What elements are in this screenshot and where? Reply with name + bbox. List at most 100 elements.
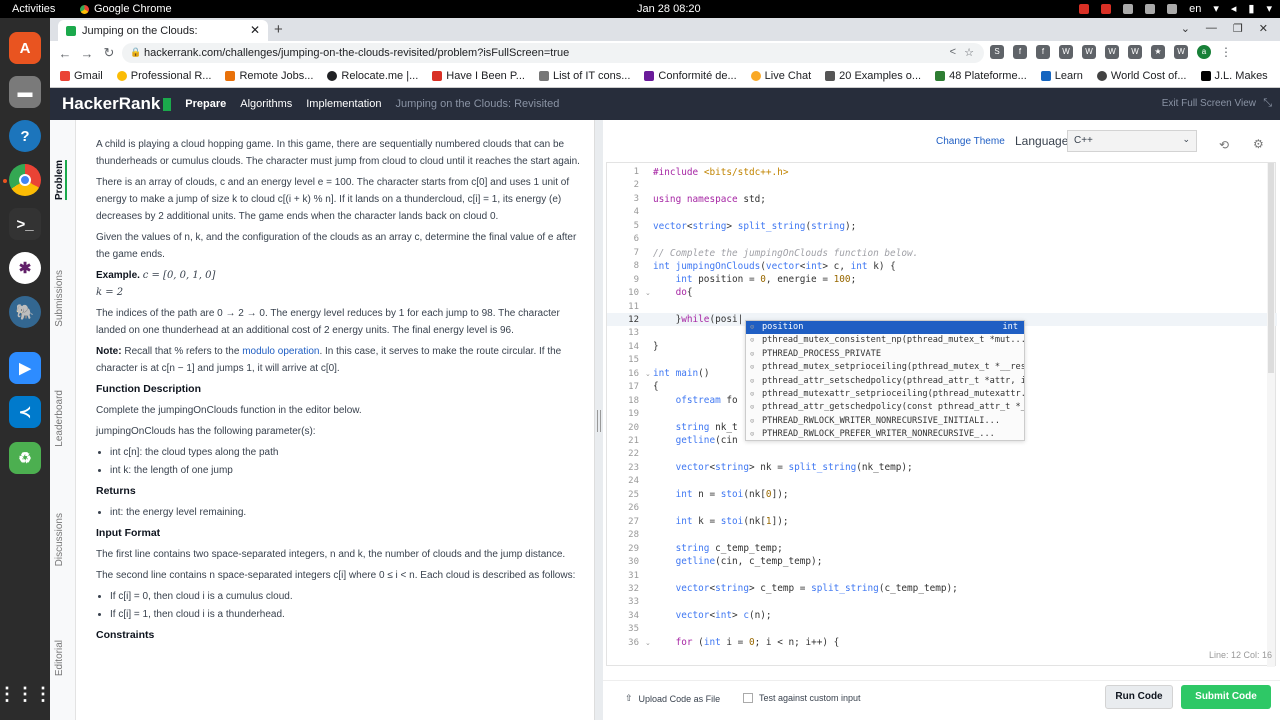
notification-icon[interactable]	[1079, 3, 1090, 14]
extension-icon[interactable]: W	[1082, 45, 1096, 59]
bookmark-item[interactable]: Learn	[1040, 70, 1083, 82]
mail-icon[interactable]	[1101, 3, 1112, 14]
chrome-menu-icon[interactable]: ⋮	[1220, 45, 1232, 59]
panel-splitter[interactable]	[595, 120, 603, 720]
postgresql-icon[interactable]: 🐘	[9, 296, 41, 328]
files-icon[interactable]: ▬	[9, 76, 41, 108]
change-theme-link[interactable]: Change Theme	[936, 136, 1005, 147]
vscode-icon[interactable]: ≺	[9, 396, 41, 428]
back-icon[interactable]: ←	[54, 46, 76, 61]
settings-icon[interactable]: ⚙	[1253, 137, 1264, 151]
editor-scrollbar[interactable]	[1267, 163, 1275, 667]
minimize-icon[interactable]: —	[1206, 22, 1217, 35]
profile-avatar[interactable]: a	[1197, 45, 1211, 59]
fold-chevron-icon[interactable]: ⌄	[645, 289, 651, 297]
submit-code-button[interactable]: Submit Code	[1181, 685, 1271, 709]
app-indicator-icon[interactable]	[1145, 3, 1156, 14]
active-app-menu[interactable]: Google Chrome	[80, 3, 172, 15]
code-editor[interactable]: 1 2 3 4 5 6 7 8 9 10 ⌄ 11 12 13 14 15 16 ⌄ 17 18 19 20 21 22 23 2…	[606, 162, 1277, 667]
upload-code-button[interactable]: ⇧ Upload Code as File	[625, 693, 720, 704]
breadcrumb-implementation[interactable]: Implementation	[306, 98, 381, 110]
autocomplete-item[interactable]: ⊙ pthread_mutex_consistent_np(pthread_mut…	[746, 334, 1024, 347]
close-tab-icon[interactable]: ✕	[250, 23, 260, 37]
bookmark-item[interactable]: World Cost of...	[1096, 70, 1187, 82]
language-select[interactable]: C++ ⌄	[1067, 130, 1197, 152]
extension-icon[interactable]: W	[1059, 45, 1073, 59]
extension-icon[interactable]: f	[1013, 45, 1027, 59]
bookmark-item[interactable]: List of IT cons...	[538, 70, 630, 82]
bookmark-item[interactable]: Conformité de...	[644, 70, 737, 82]
extension-icon[interactable]: W	[1105, 45, 1119, 59]
tab-submissions[interactable]: Submissions	[54, 270, 65, 327]
run-code-button[interactable]: Run Code	[1105, 685, 1173, 709]
browser-tab[interactable]: Jumping on the Clouds: ✕	[58, 20, 268, 41]
puzzle-extensions-icon[interactable]: ★	[1151, 45, 1165, 59]
autocomplete-item[interactable]: ⊙ pthread_attr_getschedpolicy(const pthre…	[746, 401, 1024, 414]
autocomplete-item[interactable]: ⊙ pthread_mutexattr_setprioceiling(pthrea…	[746, 388, 1024, 401]
exit-fullscreen-link[interactable]: Exit Full Screen View	[1162, 98, 1256, 109]
address-bar[interactable]: 🔒 hackerrank.com/challenges/jumping-on-t…	[122, 43, 984, 63]
volume-icon[interactable]: ◂	[1231, 2, 1237, 15]
splitter-grip[interactable]	[597, 410, 601, 432]
activities-button[interactable]: Activities	[12, 3, 55, 15]
autocomplete-item[interactable]: ⊙ pthread_attr_setschedpolicy(pthread_att…	[746, 375, 1024, 388]
autocomplete-item[interactable]: ⊙ PTHREAD_PROCESS_PRIVATE	[746, 348, 1024, 361]
bookmark-item[interactable]: J.L. Makes	[1200, 70, 1268, 82]
tab-editorial[interactable]: Editorial	[54, 640, 65, 676]
exit-fullscreen-icon[interactable]: ⤡	[1263, 97, 1272, 110]
autocomplete-item[interactable]: ⊙ PTHREAD_RWLOCK_PREFER_WRITER_NONRECURSI…	[746, 428, 1024, 441]
reload-icon[interactable]: ↻	[98, 45, 120, 61]
show-apps-icon[interactable]: ⋮⋮⋮	[0, 678, 52, 710]
close-window-icon[interactable]: ✕	[1259, 22, 1268, 35]
extension-icon[interactable]: S	[990, 45, 1004, 59]
bookmark-item[interactable]: Have I Been P...	[432, 70, 525, 82]
terminal-icon[interactable]: >_	[9, 208, 41, 240]
clock[interactable]: Jan 28 08:20	[637, 3, 701, 15]
hackerrank-logo[interactable]: HackerRank	[62, 94, 172, 114]
lock-icon[interactable]: 🔒	[130, 47, 141, 58]
extension-icon[interactable]: W	[1128, 45, 1142, 59]
autocomplete-item[interactable]: ⊙ pthread_mutex_setprioceiling(pthread_mu…	[746, 361, 1024, 374]
language-indicator[interactable]: en	[1189, 3, 1201, 15]
screenshot-icon[interactable]	[1123, 3, 1134, 14]
zoom-icon[interactable]: ▶	[9, 352, 41, 384]
extension-icon[interactable]: f	[1036, 45, 1050, 59]
forward-icon[interactable]: →	[76, 46, 98, 61]
new-tab-button[interactable]: +	[274, 21, 283, 38]
bookmark-item[interactable]: Professional R...	[116, 70, 211, 82]
modulo-operation-link[interactable]: modulo operation	[242, 346, 319, 357]
chat-icon[interactable]	[1167, 3, 1178, 14]
tab-search-icon[interactable]: ⌄	[1181, 22, 1190, 35]
fold-chevron-icon[interactable]: ⌄	[645, 639, 651, 647]
bookmark-item[interactable]: Live Chat	[750, 70, 811, 82]
breadcrumb-prepare[interactable]: Prepare	[185, 98, 226, 110]
wifi-icon[interactable]: ▾	[1213, 2, 1219, 15]
power-menu-icon[interactable]: ▾	[1266, 2, 1272, 15]
autocomplete-item[interactable]: ⊙ position int	[746, 321, 1024, 335]
trash-icon[interactable]: ♻	[9, 442, 41, 474]
reset-code-icon[interactable]: ⟲	[1219, 138, 1229, 152]
custom-input-checkbox[interactable]	[743, 693, 753, 703]
help-icon[interactable]: ?	[9, 120, 41, 152]
system-tray[interactable]: en ▾ ◂ ▮ ▾	[1079, 2, 1272, 15]
tab-discussions[interactable]: Discussions	[54, 513, 65, 566]
bookmark-item[interactable]: Gmail	[60, 70, 103, 82]
battery-icon[interactable]: ▮	[1248, 2, 1254, 15]
bookmark-item[interactable]: Remote Jobs...	[225, 70, 313, 82]
tab-leaderboard[interactable]: Leaderboard	[54, 390, 65, 447]
breadcrumb-algorithms[interactable]: Algorithms	[240, 98, 292, 110]
ubuntu-software-icon[interactable]: A	[9, 32, 41, 64]
autocomplete-item[interactable]: ⊙ PTHREAD_RWLOCK_WRITER_NONRECURSIVE_INIT…	[746, 415, 1024, 428]
slack-icon[interactable]: ✱	[9, 252, 41, 284]
bookmark-item[interactable]: Relocate.me |...	[327, 70, 418, 82]
scrollbar-thumb[interactable]	[1268, 163, 1274, 373]
bookmark-item[interactable]: 20 Examples o...	[825, 70, 921, 82]
chrome-dock-icon[interactable]	[9, 164, 41, 196]
bookmark-item[interactable]: 48 Plateforme...	[935, 70, 1027, 82]
fold-chevron-icon[interactable]: ⌄	[645, 370, 651, 378]
custom-input-toggle[interactable]: Test against custom input	[743, 693, 861, 703]
sidebar-icon[interactable]: W	[1174, 45, 1188, 59]
tab-problem[interactable]: Problem	[54, 160, 67, 201]
bookmark-star-icon[interactable]: ☆	[964, 46, 974, 59]
maximize-icon[interactable]: ❐	[1233, 22, 1243, 35]
